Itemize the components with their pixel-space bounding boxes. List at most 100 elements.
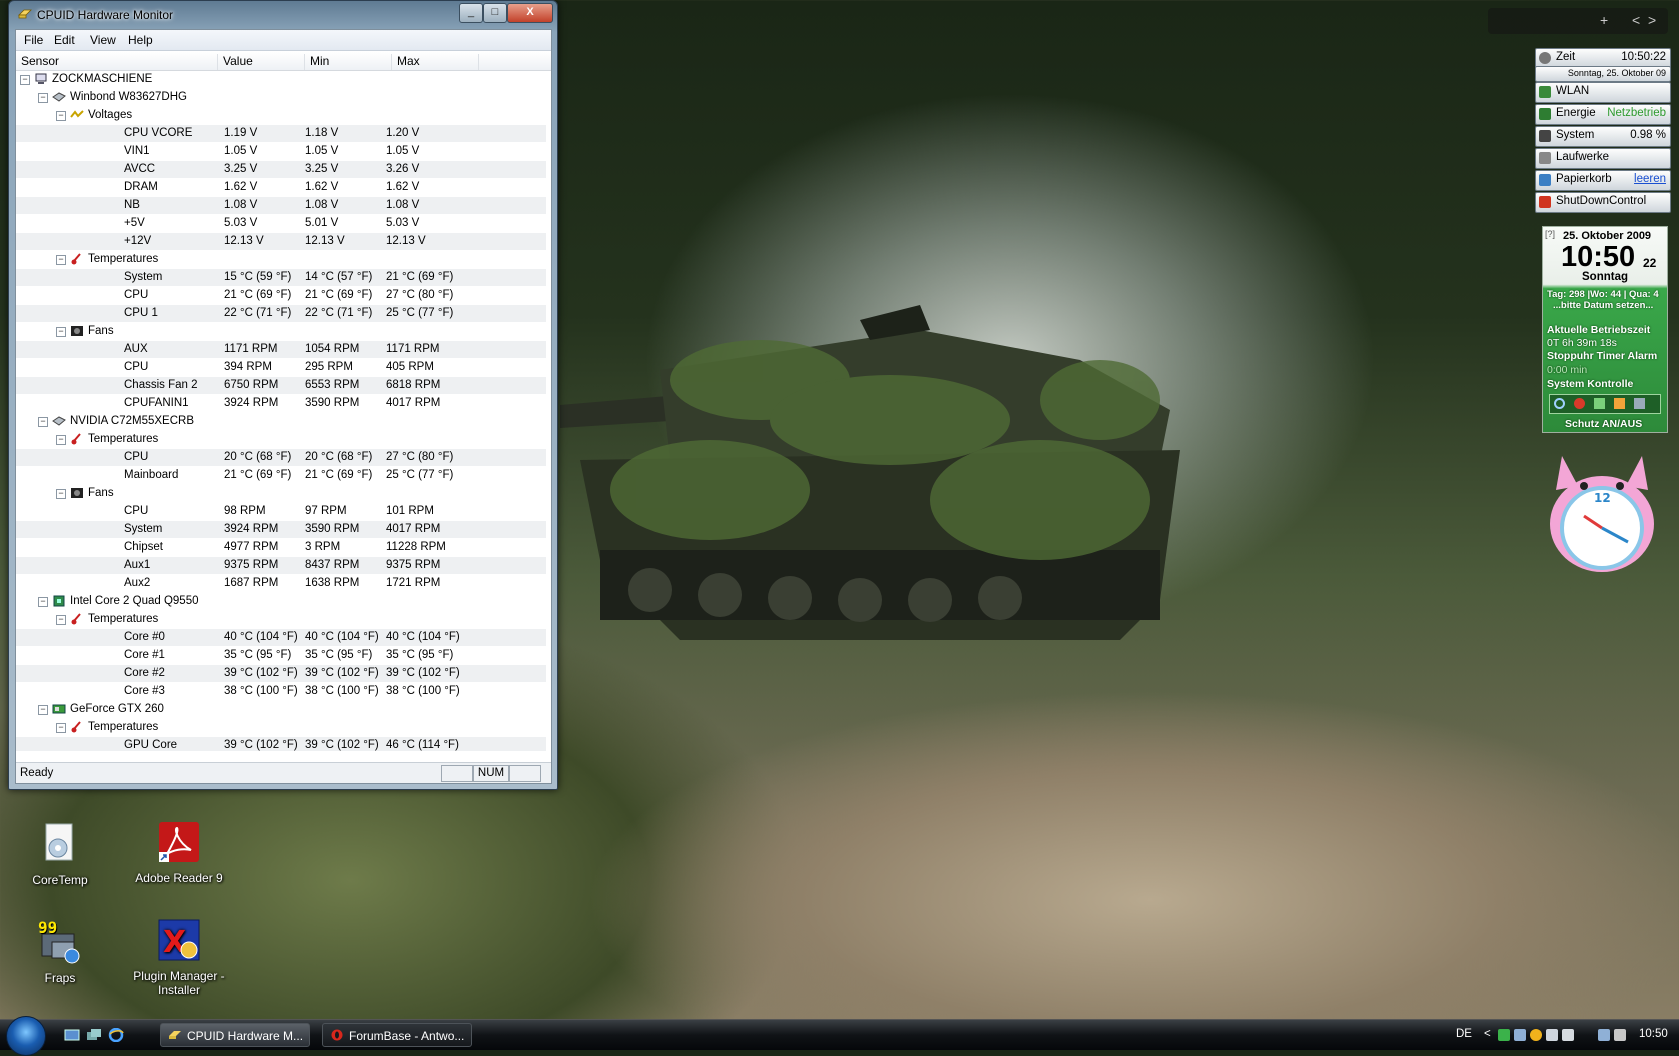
settings-icon[interactable] [1634, 398, 1645, 409]
prev-gadget-button[interactable]: < [1632, 12, 1640, 28]
cpuid-window[interactable]: CPUID Hardware Monitor _ □ X File Edit V… [8, 0, 558, 790]
desktop-icon-adobe-reader[interactable]: Adobe Reader 9 [124, 820, 234, 885]
taskbar-button-forumbase[interactable]: ForumBase - Antwo... [322, 1023, 472, 1047]
collapse-toggle[interactable]: − [56, 111, 66, 121]
sensor-row[interactable]: Core #2 39 °C (102 °F) 39 °C (102 °F) 39 °C… [16, 665, 546, 682]
switch-windows-icon[interactable] [86, 1028, 102, 1042]
sensor-row[interactable]: Core #3 38 °C (100 °F) 38 °C (100 °F) 38 °C… [16, 683, 546, 700]
sensor-row[interactable]: Chipset 4977 RPM 3 RPM 11228 RPM [16, 539, 546, 556]
sensor-row[interactable]: AVCC 3.25 V 3.25 V 3.26 V [16, 161, 546, 178]
sidebar-item-wlan[interactable]: WLAN [1535, 82, 1671, 103]
add-gadget-button[interactable]: + [1600, 12, 1608, 28]
collapse-toggle[interactable]: − [56, 615, 66, 625]
network-icon[interactable] [1598, 1029, 1610, 1041]
start-button[interactable] [6, 1016, 46, 1056]
calendar-help-icon[interactable]: [?] [1545, 229, 1555, 239]
sensor-row[interactable]: CPU 98 RPM 97 RPM 101 RPM [16, 503, 546, 520]
taskbar-button-cpuid[interactable]: CPUID Hardware M... [160, 1023, 310, 1047]
sensor-row[interactable]: System 15 °C (59 °F) 14 °C (57 °F) 21 °C (6… [16, 269, 546, 286]
column-value[interactable]: Value [218, 54, 305, 70]
tree-node[interactable]: − GeForce GTX 260 [16, 701, 546, 718]
menu-edit[interactable]: Edit [54, 33, 75, 47]
sensor-row[interactable]: Chassis Fan 2 6750 RPM 6553 RPM 6818 RPM [16, 377, 546, 394]
desktop-icon-plugin-manager[interactable]: X Plugin Manager - Installer [124, 918, 234, 997]
menu-help[interactable]: Help [128, 33, 153, 47]
collapse-toggle[interactable]: − [38, 417, 48, 427]
tray-tool-icon[interactable] [1546, 1029, 1558, 1041]
tree-node[interactable]: − ZOCKMASCHIENE [16, 71, 546, 88]
calendar-gadget[interactable]: [?] 25. Oktober 2009 10:50 22 Sonntag Ta… [1542, 226, 1668, 433]
collapse-toggle[interactable]: − [56, 489, 66, 499]
sensor-row[interactable]: GPU Core 39 °C (102 °F) 39 °C (102 °F) 46 °… [16, 737, 546, 751]
collapse-toggle[interactable]: − [56, 255, 66, 265]
next-gadget-button[interactable]: > [1648, 12, 1656, 28]
sensor-row[interactable]: CPU 21 °C (69 °F) 21 °C (69 °F) 27 °C (80 °… [16, 287, 546, 304]
menu-view[interactable]: View [90, 33, 116, 47]
sensor-row[interactable]: Mainboard 21 °C (69 °F) 21 °C (69 °F) 25 °C… [16, 467, 546, 484]
timer-tabs[interactable]: Stoppuhr Timer Alarm [1547, 350, 1657, 362]
tree-node[interactable]: − Fans [16, 485, 546, 502]
sidebar-item-laufwerke[interactable]: Laufwerke [1535, 148, 1671, 169]
sensor-row[interactable]: NB 1.08 V 1.08 V 1.08 V [16, 197, 546, 214]
tree-node[interactable]: − Winbond W83627DHG [16, 89, 546, 106]
sensor-row[interactable]: System 3924 RPM 3590 RPM 4017 RPM [16, 521, 546, 538]
close-button[interactable]: X [507, 3, 553, 23]
sensor-row[interactable]: CPUFANIN1 3924 RPM 3590 RPM 4017 RPM [16, 395, 546, 412]
sensor-tree[interactable]: − ZOCKMASCHIENE − Winbond W83627DHG − Voltage… [16, 71, 546, 751]
tray-expand-chevron[interactable]: < [1484, 1028, 1491, 1040]
column-sensor[interactable]: Sensor [16, 54, 218, 70]
maximize-button[interactable]: □ [483, 3, 507, 23]
minimize-button[interactable]: _ [459, 3, 483, 23]
tree-node[interactable]: − Temperatures [16, 431, 546, 448]
collapse-toggle[interactable]: − [38, 93, 48, 103]
sensor-row[interactable]: Aux2 1687 RPM 1638 RPM 1721 RPM [16, 575, 546, 592]
taskbar-clock[interactable]: 10:50 [1639, 1028, 1668, 1040]
sensor-row[interactable]: +5V 5.03 V 5.01 V 5.03 V [16, 215, 546, 232]
language-indicator[interactable]: DE [1456, 1028, 1472, 1040]
gadget-zeit[interactable]: Zeit 10:50:22 [1535, 48, 1671, 68]
sensor-row[interactable]: Aux1 9375 RPM 8437 RPM 9375 RPM [16, 557, 546, 574]
menu-file[interactable]: File [24, 33, 43, 47]
tray-green-icon[interactable] [1498, 1029, 1510, 1041]
sidebar-item-value[interactable]: leeren [1634, 173, 1666, 185]
show-desktop-icon[interactable] [64, 1028, 80, 1042]
tree-node[interactable]: − Fans [16, 323, 546, 340]
volume-icon[interactable] [1614, 1029, 1626, 1041]
shutdown-icon[interactable] [1574, 398, 1585, 409]
tray-sun-icon[interactable] [1530, 1029, 1542, 1041]
sensor-row[interactable]: CPU 20 °C (68 °F) 20 °C (68 °F) 27 °C (80 °… [16, 449, 546, 466]
tree-node[interactable]: − Intel Core 2 Quad Q9550 [16, 593, 546, 610]
sensor-row[interactable]: CPU 1 22 °C (71 °F) 22 °C (71 °F) 25 °C (77… [16, 305, 546, 322]
sensor-row[interactable]: Core #1 35 °C (95 °F) 35 °C (95 °F) 35 °C (… [16, 647, 546, 664]
tree-node[interactable]: − Temperatures [16, 611, 546, 628]
desktop-icon-fraps[interactable]: 99 Fraps [5, 918, 115, 985]
tree-node[interactable]: − Voltages [16, 107, 546, 124]
sidebar-item-energie[interactable]: Energie Netzbetrieb [1535, 104, 1671, 125]
sidebar-item-shutdowncontrol[interactable]: ShutDownControl [1535, 192, 1671, 213]
power-icon[interactable] [1554, 398, 1565, 409]
sensor-row[interactable]: +12V 12.13 V 12.13 V 12.13 V [16, 233, 546, 250]
column-min[interactable]: Min [305, 54, 392, 70]
sidebar-item-papierkorb[interactable]: Papierkorb leeren [1535, 170, 1671, 191]
tree-node[interactable]: − Temperatures [16, 719, 546, 736]
internet-explorer-icon[interactable] [108, 1028, 124, 1042]
sensor-row[interactable]: VIN1 1.05 V 1.05 V 1.05 V [16, 143, 546, 160]
restart-icon[interactable] [1594, 398, 1605, 409]
lock-icon[interactable] [1614, 398, 1625, 409]
sensor-row[interactable]: CPU 394 RPM 295 RPM 405 RPM [16, 359, 546, 376]
tray-monitor-icon[interactable] [1514, 1029, 1526, 1041]
collapse-toggle[interactable]: − [20, 75, 30, 85]
collapse-toggle[interactable]: − [56, 723, 66, 733]
sensor-row[interactable]: CPU VCORE 1.19 V 1.18 V 1.20 V [16, 125, 546, 142]
sensor-row[interactable]: DRAM 1.62 V 1.62 V 1.62 V [16, 179, 546, 196]
collapse-toggle[interactable]: − [38, 597, 48, 607]
desktop-icon-coretemp[interactable]: CoreTemp [5, 822, 115, 887]
collapse-toggle[interactable]: − [56, 327, 66, 337]
tree-node[interactable]: − Temperatures [16, 251, 546, 268]
collapse-toggle[interactable]: − [56, 435, 66, 445]
collapse-toggle[interactable]: − [38, 705, 48, 715]
sensor-row[interactable]: Core #0 40 °C (104 °F) 40 °C (104 °F) 40 °C… [16, 629, 546, 646]
titlebar[interactable]: CPUID Hardware Monitor _ □ X [9, 1, 557, 29]
sensor-row[interactable]: AUX 1171 RPM 1054 RPM 1171 RPM [16, 341, 546, 358]
protect-toggle[interactable]: Schutz AN/AUS [1565, 418, 1642, 430]
